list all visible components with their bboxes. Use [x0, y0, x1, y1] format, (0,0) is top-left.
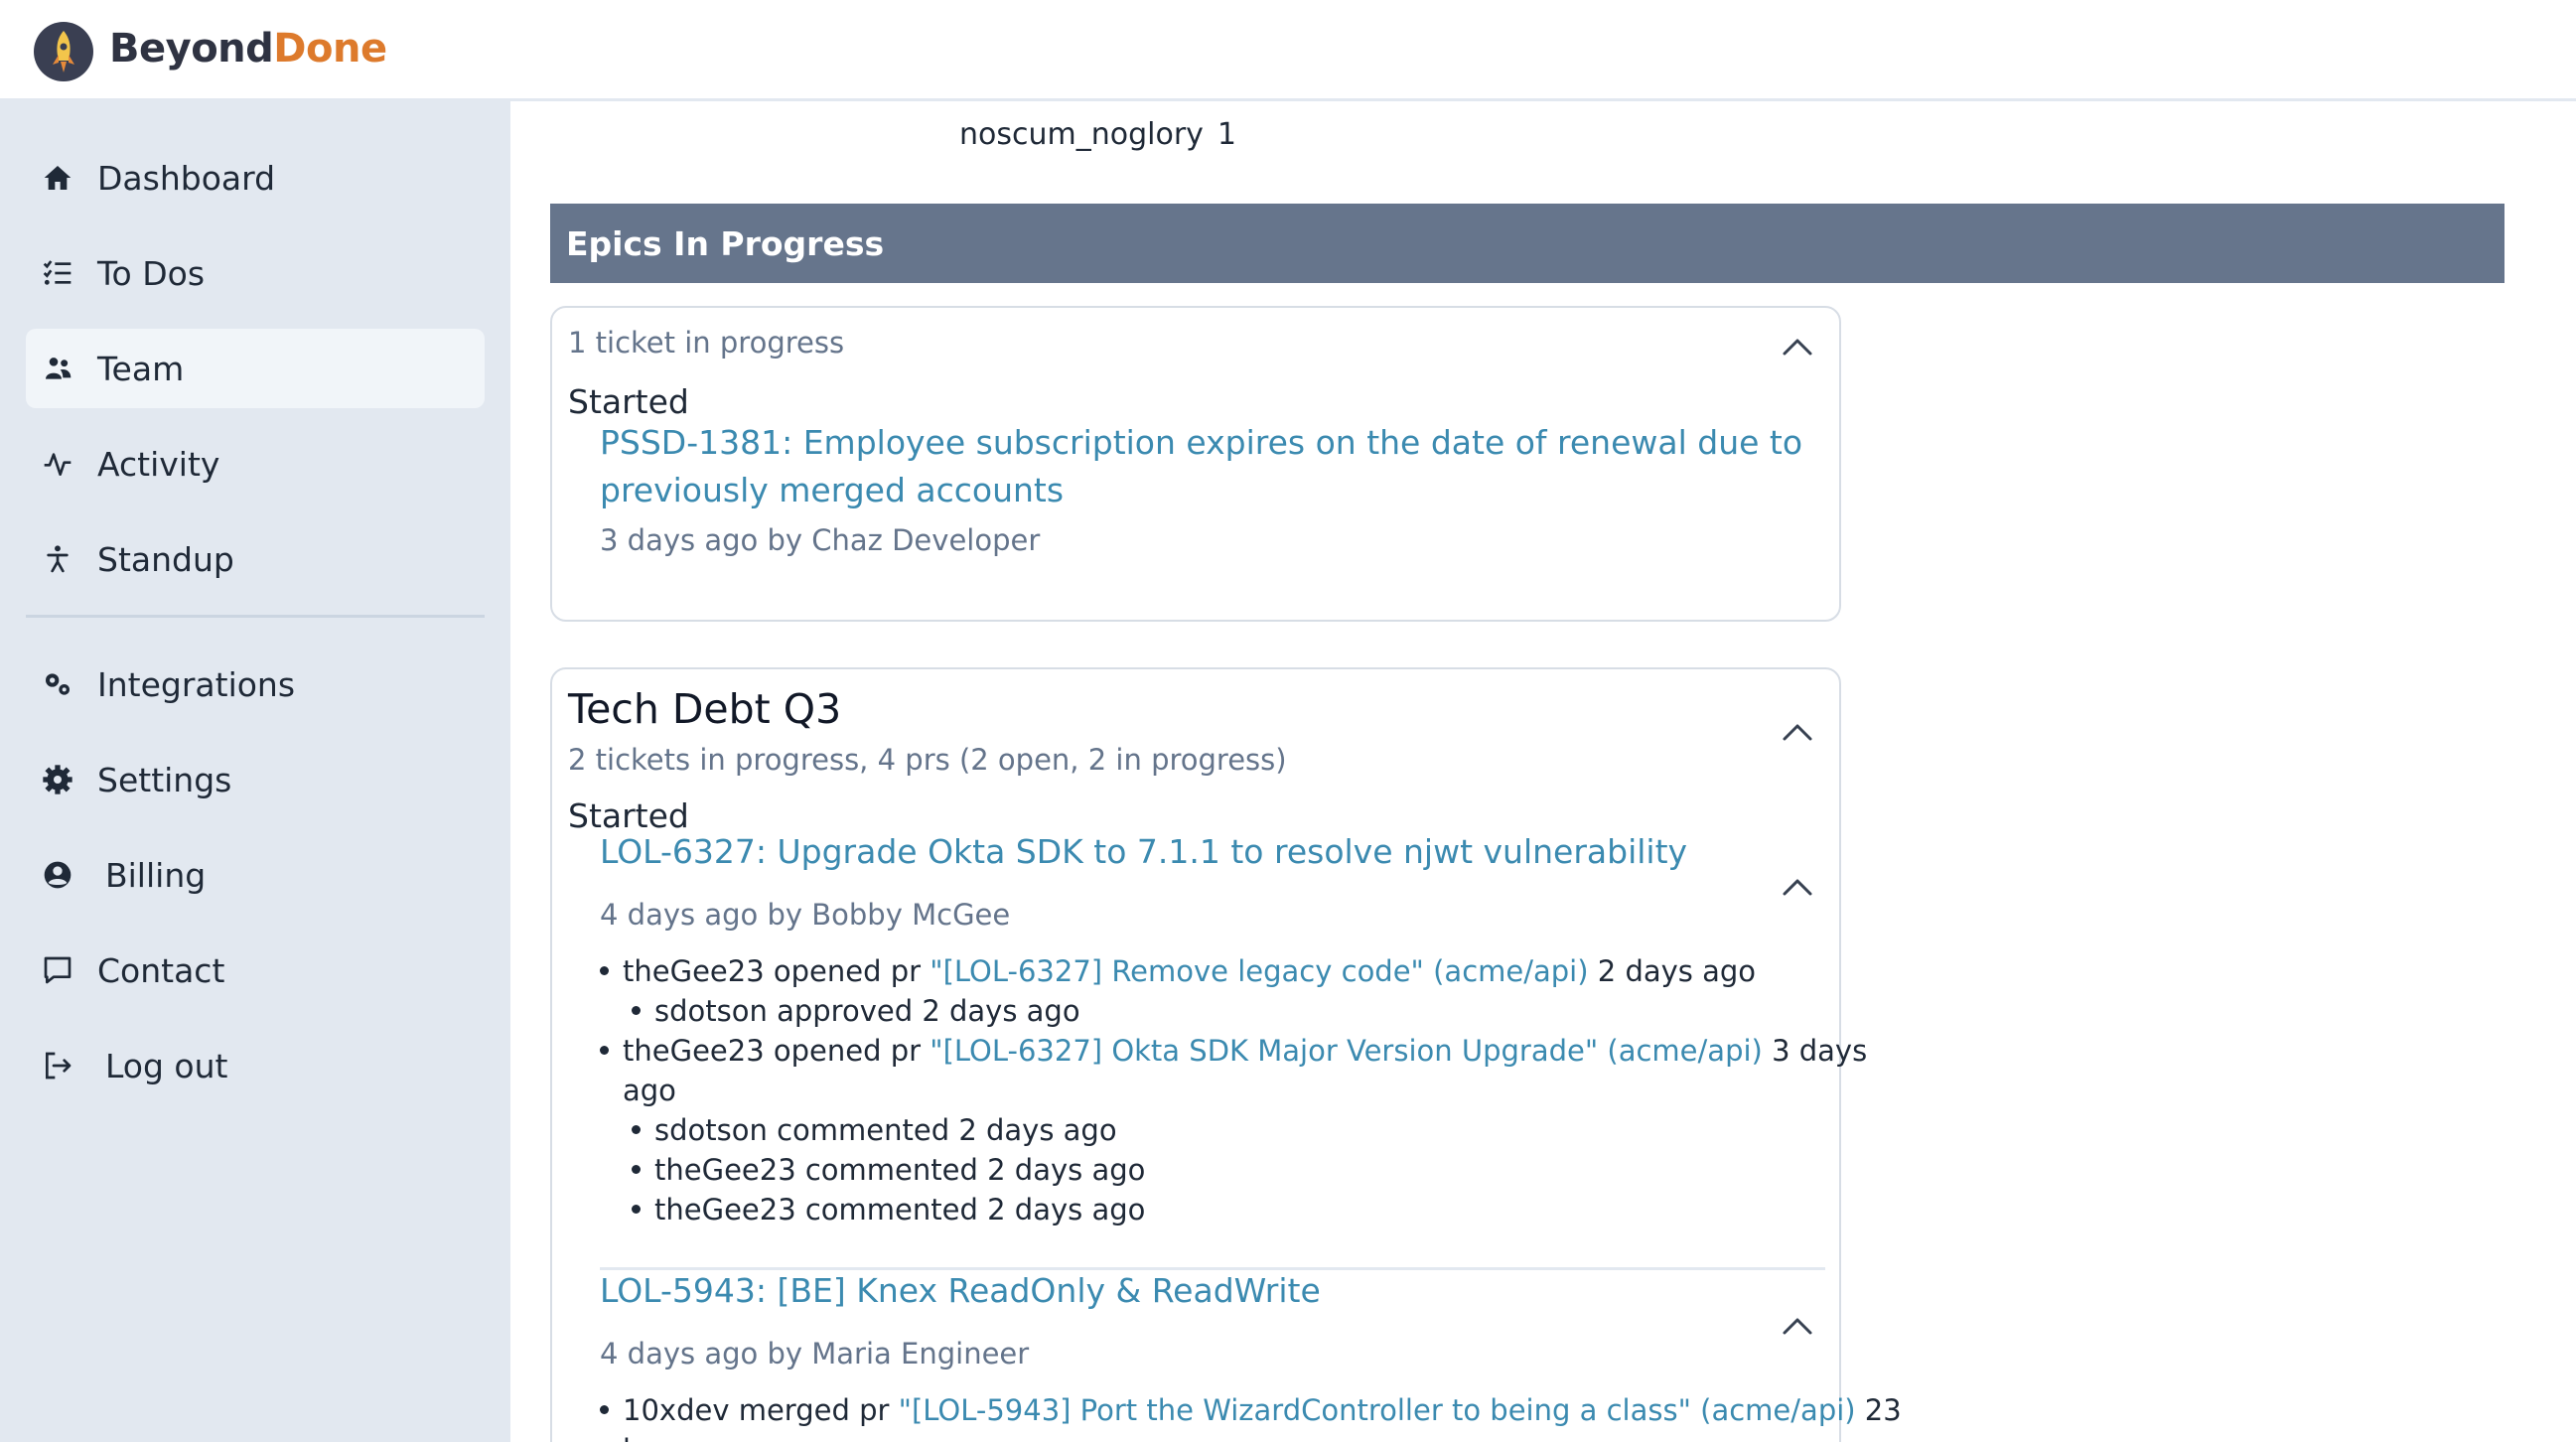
sidebar-item-label: Integrations [97, 664, 296, 704]
sidebar-item-dashboard[interactable]: Dashboard [26, 138, 485, 217]
epic-summary: 2 tickets in progress, 4 prs (2 open, 2 … [568, 743, 1287, 777]
bullet [632, 1005, 641, 1015]
activity-item: theGee23 opened pr "[LOL-6327] Remove le… [600, 951, 1756, 991]
chevron-up-icon[interactable] [1781, 1315, 1814, 1337]
sidebar-item-activity[interactable]: Activity [26, 424, 485, 504]
activity-text: theGee23 commented 2 days ago [654, 1193, 1146, 1226]
person-icon [40, 541, 75, 577]
sidebar-item-standup[interactable]: Standup [26, 519, 485, 599]
sidebar-item-label: Contact [97, 950, 225, 990]
sidebar-item-logout[interactable]: Log out [26, 1026, 485, 1105]
epic-card: Tech Debt Q3 2 tickets in progress, 4 pr… [550, 667, 1902, 1442]
logout-icon [40, 1048, 75, 1083]
sidebar-divider [26, 615, 485, 618]
ticket-meta: 3 days ago by Chaz Developer [600, 523, 1041, 557]
ticket-meta: 4 days ago by Bobby McGee [600, 898, 1011, 932]
activity-subitem: theGee23 commented 2 days ago [632, 1190, 1145, 1229]
activity-icon [40, 446, 75, 482]
sidebar-item-label: Billing [105, 855, 207, 895]
pr-link[interactable]: "[LOL-6327] Okta SDK Major Version Upgra… [930, 1034, 1763, 1068]
activity-text: 10xdev merged pr [623, 1393, 899, 1427]
bullet [600, 965, 609, 975]
chevron-up-icon[interactable] [1781, 721, 1814, 743]
ticket-title-line-1: PSSD-1381: Employee subscription expires… [600, 423, 1803, 462]
activity-subitem: sdotson approved 2 days ago [632, 991, 1080, 1031]
activity-subitem: theGee23 commented 2 days ago [632, 1150, 1145, 1190]
rocket-logo-icon[interactable] [33, 21, 94, 82]
gear-icon [40, 762, 75, 797]
home-icon [40, 160, 75, 196]
brand-part-1: Beyond [109, 26, 274, 72]
activity-item-continued: hours ago [623, 1430, 767, 1442]
activity-time: 23 [1855, 1393, 1902, 1427]
sidebar-item-label: Dashboard [97, 158, 276, 198]
team-member-count: 1 [1216, 117, 1237, 152]
brand-part-2: Done [273, 26, 387, 72]
activity-text: theGee23 commented 2 days ago [654, 1153, 1146, 1187]
team-icon [40, 351, 75, 386]
section-header-epics: Epics In Progress [550, 204, 2504, 283]
brand-name[interactable]: BeyondDone [109, 26, 387, 72]
activity-item: theGee23 opened pr "[LOL-6327] Okta SDK … [600, 1031, 1867, 1071]
activity-item: 10xdev merged pr "[LOL-5943] Port the Wi… [600, 1390, 1902, 1430]
activity-time: 2 days ago [1588, 954, 1757, 988]
sidebar-item-contact[interactable]: Contact [26, 931, 485, 1010]
sidebar-item-label: Team [97, 349, 185, 388]
team-member-row: noscum_noglory 1 [959, 117, 1236, 152]
bullet [632, 1164, 641, 1174]
epic-title: Tech Debt Q3 [568, 685, 842, 733]
bullet [600, 1404, 609, 1414]
ticket-link[interactable]: LOL-5943: [BE] Knex ReadOnly & ReadWrite [600, 1267, 1321, 1315]
team-member-name: noscum_noglory [959, 117, 1204, 152]
bullet [632, 1124, 641, 1134]
ticket-link[interactable]: PSSD-1381: Employee subscription expires… [600, 419, 1802, 514]
sidebar-item-label: Settings [97, 760, 232, 799]
status-label: Started [568, 382, 689, 421]
sidebar-item-todos[interactable]: To Dos [26, 233, 485, 313]
epic-card: 1 ticket in progress Started PSSD-1381: … [550, 306, 1841, 622]
ticket-meta: 4 days ago by Maria Engineer [600, 1337, 1030, 1370]
activity-time: 3 days [1762, 1034, 1868, 1068]
message-icon [40, 952, 75, 988]
epic-summary: 1 ticket in progress [568, 326, 845, 360]
sidebar-item-settings[interactable]: Settings [26, 740, 485, 819]
user-circle-icon [40, 857, 75, 893]
ticket-link[interactable]: LOL-6327: Upgrade Okta SDK to 7.1.1 to r… [600, 828, 1687, 876]
chevron-up-icon[interactable] [1781, 336, 1814, 358]
activity-text: sdotson approved 2 days ago [654, 994, 1080, 1028]
sidebar-item-label: Log out [105, 1046, 228, 1085]
pr-link[interactable]: "[LOL-6327] Remove legacy code" (acme/ap… [930, 954, 1588, 988]
top-bar: BeyondDone [0, 0, 2576, 101]
sidebar: Dashboard To Dos Team Activity Standup I… [0, 101, 510, 1442]
main-content: noscum_noglory 1 Epics In Progress 1 tick… [510, 101, 2576, 1442]
gears-icon [40, 666, 75, 702]
sidebar-item-label: Standup [97, 539, 234, 579]
activity-subitem: sdotson commented 2 days ago [632, 1110, 1117, 1150]
sidebar-item-label: Activity [97, 444, 220, 484]
chevron-up-icon[interactable] [1781, 876, 1814, 898]
bullet [600, 1045, 609, 1055]
pr-link[interactable]: "[LOL-5943] Port the WizardController to… [899, 1393, 1856, 1427]
sidebar-item-billing[interactable]: Billing [26, 835, 485, 915]
checklist-icon [40, 255, 75, 291]
sidebar-item-label: To Dos [97, 253, 206, 293]
sidebar-item-integrations[interactable]: Integrations [26, 645, 485, 724]
activity-text: theGee23 opened pr [623, 1034, 930, 1068]
activity-text: sdotson commented 2 days ago [654, 1113, 1117, 1147]
ticket-title-line-2: previously merged accounts [600, 471, 1065, 509]
sidebar-item-team[interactable]: Team [26, 329, 485, 408]
activity-text: theGee23 opened pr [623, 954, 930, 988]
bullet [632, 1204, 641, 1214]
activity-item-continued: ago [623, 1074, 676, 1107]
